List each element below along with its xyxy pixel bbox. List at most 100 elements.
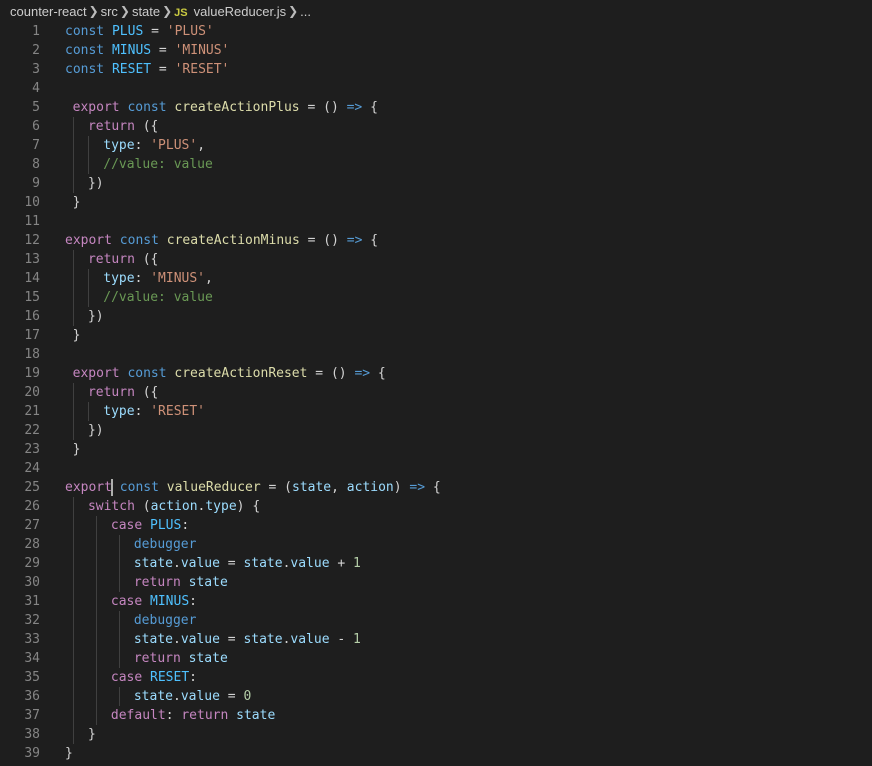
code-token: export: [65, 233, 112, 248]
code-line[interactable]: 13 return ({: [0, 250, 872, 269]
code-line[interactable]: 4: [0, 79, 872, 98]
code-line[interactable]: 20 return ({: [0, 383, 872, 402]
code-line[interactable]: 11: [0, 212, 872, 231]
code-line[interactable]: 39}: [0, 744, 872, 763]
indent-guide: [72, 535, 74, 554]
code-line[interactable]: 24: [0, 459, 872, 478]
code-line[interactable]: 15 //value: value: [0, 288, 872, 307]
code-line[interactable]: 18: [0, 345, 872, 364]
chevron-right-icon: ❯: [288, 4, 299, 18]
indent-guide: [118, 630, 120, 649]
code-token: state: [243, 556, 283, 571]
code-token: const: [119, 233, 159, 248]
code-text: return state: [134, 573, 228, 592]
code-text: }: [73, 326, 81, 345]
code-editor[interactable]: 1 const PLUS = 'PLUS' 2 const MINUS = 'MINU…: [0, 22, 872, 763]
code-token: RESET: [150, 670, 190, 685]
indent-guide: [118, 573, 120, 592]
code-token: }): [87, 423, 104, 438]
code-line[interactable]: 26 switch (action.type) {: [0, 497, 872, 516]
code-token: state: [133, 689, 173, 704]
code-token: state: [188, 651, 228, 666]
code-line[interactable]: 38}: [0, 725, 872, 744]
code-line[interactable]: 5 export const createActionPlus = () => {: [0, 98, 872, 117]
code-line[interactable]: 31 case MINUS:: [0, 592, 872, 611]
code-token: 'MINUS': [174, 43, 230, 58]
line-number: 16: [24, 309, 40, 324]
code-line[interactable]: 7 type: 'PLUS',: [0, 136, 872, 155]
indent-guide: [87, 269, 89, 288]
code-line[interactable]: 14 type: 'MINUS',: [0, 269, 872, 288]
code-token: =>: [346, 233, 363, 248]
breadcrumb-file[interactable]: JS valueReducer.js: [174, 4, 286, 19]
code-token: switch: [87, 499, 135, 514]
code-line[interactable]: 2 const MINUS = 'MINUS': [0, 41, 872, 60]
indent-guide: [95, 535, 97, 554]
code-line[interactable]: 9}): [0, 174, 872, 193]
line-number: 21: [24, 404, 40, 419]
code-text: case PLUS:: [111, 516, 189, 535]
code-line[interactable]: 36 state.value = 0: [0, 687, 872, 706]
code-text: export const createActionMinus = () => {: [65, 231, 378, 250]
indent-guide: [95, 706, 97, 725]
indent-guide: [72, 630, 74, 649]
code-line[interactable]: 17}: [0, 326, 872, 345]
breadcrumb-folder-counter-react[interactable]: counter-react: [10, 4, 87, 19]
code-line[interactable]: 25 export const valueReducer = (state, ac…: [0, 478, 872, 497]
indent-guide: [72, 554, 74, 573]
breadcrumb-more[interactable]: ...: [300, 4, 311, 19]
code-line[interactable]: 29 state.value = state.value + 1: [0, 554, 872, 573]
code-token: }: [72, 195, 81, 210]
line-number: 4: [32, 81, 40, 96]
code-text: }): [88, 307, 104, 326]
code-token: value: [180, 689, 220, 704]
code-text: }): [88, 174, 104, 193]
breadcrumb-folder-src[interactable]: src: [101, 4, 118, 19]
code-line[interactable]: 27 case PLUS:: [0, 516, 872, 535]
indent-guide: [72, 174, 74, 193]
code-line[interactable]: 1 const PLUS = 'PLUS': [0, 22, 872, 41]
code-token: }: [72, 442, 81, 457]
code-line[interactable]: 33 state.value = state.value - 1: [0, 630, 872, 649]
code-token: value: [180, 556, 220, 571]
code-line[interactable]: 12 export const createActionMinus = () =>…: [0, 231, 872, 250]
code-line[interactable]: 16}): [0, 307, 872, 326]
code-line[interactable]: 30 return state: [0, 573, 872, 592]
indent-guide: [95, 649, 97, 668]
code-token: :: [134, 138, 151, 153]
code-text: type: 'PLUS',: [103, 136, 205, 155]
code-token: .: [172, 556, 181, 571]
code-line[interactable]: 34 return state: [0, 649, 872, 668]
code-line[interactable]: 10}: [0, 193, 872, 212]
code-token: ,: [197, 138, 206, 153]
code-line[interactable]: 37 default: return state: [0, 706, 872, 725]
code-line[interactable]: 35 case RESET:: [0, 668, 872, 687]
code-token: export: [65, 480, 112, 495]
code-line[interactable]: 28 debugger: [0, 535, 872, 554]
code-token: MINUS: [111, 43, 152, 58]
code-line[interactable]: 8 //value: value: [0, 155, 872, 174]
code-line[interactable]: 6 return ({: [0, 117, 872, 136]
code-line[interactable]: 19 export const createActionReset = () =>…: [0, 364, 872, 383]
indent-guide: [118, 611, 120, 630]
code-line[interactable]: 22}): [0, 421, 872, 440]
code-token: case: [110, 518, 143, 533]
code-line[interactable]: 23}: [0, 440, 872, 459]
code-token: state: [188, 575, 228, 590]
code-line[interactable]: 21 type: 'RESET': [0, 402, 872, 421]
breadcrumb-folder-state[interactable]: state: [132, 4, 160, 19]
indent-guide: [118, 535, 120, 554]
indent-guide: [87, 155, 89, 174]
code-token: PLUS: [150, 518, 182, 533]
line-number: 22: [24, 423, 40, 438]
indent-guide: [72, 402, 74, 421]
code-token: export: [72, 366, 120, 381]
code-line[interactable]: 32 debugger: [0, 611, 872, 630]
code-token: .: [172, 689, 181, 704]
code-line[interactable]: 3 const RESET = 'RESET': [0, 60, 872, 79]
indent-guide: [87, 136, 89, 155]
